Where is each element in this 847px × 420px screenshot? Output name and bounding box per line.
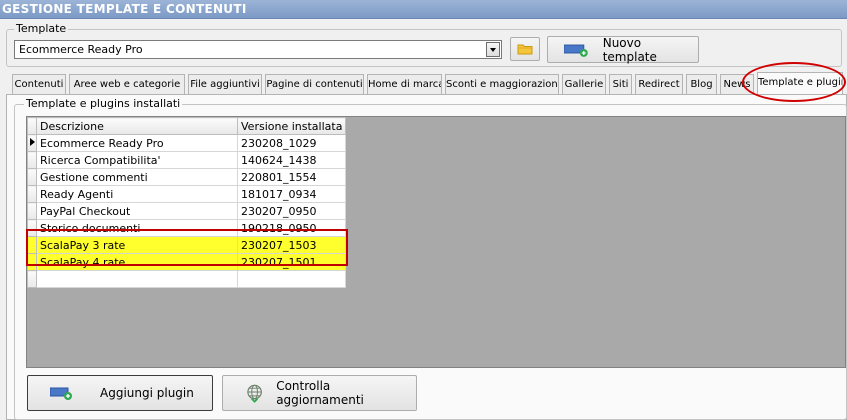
add-template-icon xyxy=(564,44,588,57)
row-descrizione[interactable]: Ecommerce Ready Pro xyxy=(36,134,238,152)
row-indicator xyxy=(27,236,37,254)
template-select[interactable]: Ecommerce Ready Pro xyxy=(14,40,502,59)
tab-contenuti[interactable]: Contenuti xyxy=(12,74,66,94)
plugins-table: Descrizione Versione installata Ecommerc… xyxy=(27,117,347,288)
template-select-value: Ecommerce Ready Pro xyxy=(19,43,143,56)
row-versione[interactable]: 230207_1503 xyxy=(236,236,347,254)
globe-update-icon xyxy=(247,384,262,403)
row-descrizione[interactable]: Ready Agenti xyxy=(36,185,238,203)
row-indicator xyxy=(27,219,37,237)
row-descrizione[interactable]: Storico documenti xyxy=(36,219,238,237)
row-descrizione[interactable]: ScalaPay 3 rate xyxy=(36,236,238,254)
row-versione[interactable]: 230207_1501 xyxy=(236,253,347,271)
add-plugin-icon xyxy=(50,387,72,400)
table-row[interactable]: Ricerca Compatibilita' 140624_1438 xyxy=(27,151,347,169)
table-header-row: Descrizione Versione installata xyxy=(27,117,347,135)
table-row-highlighted[interactable]: ScalaPay 4 rate 230207_1501 xyxy=(27,253,347,271)
row-descrizione[interactable]: PayPal Checkout xyxy=(36,202,238,220)
tab-sconti[interactable]: Sconti e maggiorazioni xyxy=(445,74,559,94)
column-header-descrizione[interactable]: Descrizione xyxy=(36,117,238,135)
new-template-label: Nuovo template xyxy=(602,35,657,64)
row-indicator xyxy=(27,151,37,169)
row-versione[interactable]: 140624_1438 xyxy=(236,151,347,169)
open-folder-button[interactable] xyxy=(510,37,540,61)
tab-aree-web[interactable]: Aree web e categorie xyxy=(69,74,185,94)
row-versione-empty[interactable] xyxy=(236,270,347,288)
row-versione[interactable]: 230207_0950 xyxy=(236,202,347,220)
table-row[interactable]: Ecommerce Ready Pro 230208_1029 xyxy=(27,134,347,152)
row-indicator xyxy=(27,270,37,288)
tab-home-marca[interactable]: Home di marca xyxy=(367,74,442,94)
row-indicator xyxy=(27,185,37,203)
row-indicator xyxy=(27,168,37,186)
add-plugin-button[interactable]: Aggiungi plugin xyxy=(27,375,213,411)
check-updates-label: Controlla aggiornamenti xyxy=(276,379,364,407)
row-descrizione[interactable]: ScalaPay 4 rate xyxy=(36,253,238,271)
row-versione[interactable]: 190218_0950 xyxy=(236,219,347,237)
plugins-grid[interactable]: Descrizione Versione installata Ecommerc… xyxy=(26,116,846,368)
table-row-highlighted[interactable]: ScalaPay 3 rate 230207_1503 xyxy=(27,236,347,254)
tab-redirect[interactable]: Redirect xyxy=(635,74,683,94)
tab-pagine-contenuti[interactable]: Pagine di contenuti xyxy=(265,74,364,94)
row-descrizione[interactable]: Gestione commenti xyxy=(36,168,238,186)
current-row-indicator-icon xyxy=(27,134,37,152)
check-updates-button[interactable]: Controlla aggiornamenti xyxy=(222,375,417,411)
folder-icon xyxy=(517,44,533,55)
tab-siti[interactable]: Siti xyxy=(609,74,632,94)
row-versione[interactable]: 230208_1029 xyxy=(236,134,347,152)
template-legend: Template xyxy=(14,22,69,35)
column-header-versione[interactable]: Versione installata xyxy=(236,117,347,135)
tab-template-plugins[interactable]: Template e plugins xyxy=(757,72,843,94)
tab-news[interactable]: News xyxy=(720,74,754,94)
row-descrizione-empty[interactable] xyxy=(36,270,238,288)
row-indicator-header xyxy=(27,117,37,135)
table-row[interactable]: Ready Agenti 181017_0934 xyxy=(27,185,347,203)
window-title: GESTIONE TEMPLATE E CONTENUTI xyxy=(0,0,847,19)
tab-blog[interactable]: Blog xyxy=(686,74,717,94)
table-new-row[interactable] xyxy=(27,270,347,288)
row-versione[interactable]: 220801_1554 xyxy=(236,168,347,186)
plugins-legend: Template e plugins installati xyxy=(24,97,183,110)
row-indicator xyxy=(27,253,37,271)
table-row[interactable]: Storico documenti 190218_0950 xyxy=(27,219,347,237)
tab-strip: Contenuti Aree web e categorie File aggi… xyxy=(12,72,847,94)
row-versione[interactable]: 181017_0934 xyxy=(236,185,347,203)
row-descrizione[interactable]: Ricerca Compatibilita' xyxy=(36,151,238,169)
new-template-button[interactable]: Nuovo template xyxy=(547,35,699,64)
table-row[interactable]: PayPal Checkout 230207_0950 xyxy=(27,202,347,220)
table-row[interactable]: Gestione commenti 220801_1554 xyxy=(27,168,347,186)
tab-file-aggiuntivi[interactable]: File aggiuntivi xyxy=(188,74,262,94)
tab-gallerie[interactable]: Gallerie xyxy=(562,74,606,94)
dropdown-arrow-icon[interactable] xyxy=(486,42,500,57)
row-indicator xyxy=(27,202,37,220)
add-plugin-label: Aggiungi plugin xyxy=(100,386,194,400)
